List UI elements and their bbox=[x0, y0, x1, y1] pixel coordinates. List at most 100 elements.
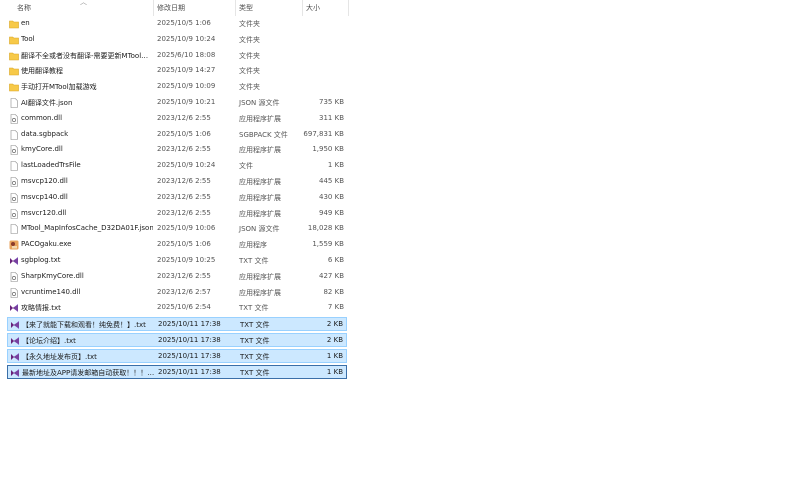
file-date: 2025/10/9 10:09 bbox=[157, 82, 216, 91]
file-date: 2025/10/9 10:24 bbox=[157, 34, 216, 43]
file-name: 使用翻译教程 bbox=[21, 67, 63, 76]
file-date: 2025/10/9 10:25 bbox=[157, 256, 216, 264]
file-date: 2025/10/11 17:38 bbox=[158, 336, 221, 344]
column-divider[interactable] bbox=[153, 0, 154, 16]
file-date: 2023/12/6 2:55 bbox=[157, 145, 211, 154]
file-type: 应用程序 bbox=[239, 241, 267, 250]
file-row[interactable]: msvcp120.dll 2023/12/6 2:55 应用程序扩展 445 KB bbox=[7, 175, 347, 189]
dll-icon bbox=[9, 113, 19, 124]
file-date: 2025/10/11 17:38 bbox=[158, 320, 221, 329]
file-size: 2 KB bbox=[326, 320, 343, 329]
file-row[interactable]: 使用翻译教程 2025/10/9 14:27 文件夹 bbox=[7, 64, 347, 78]
file-name: kmyCore.dll bbox=[21, 145, 63, 154]
file-row[interactable]: Tool 2025/10/9 10:24 文件夹 bbox=[7, 33, 347, 47]
file-size: 1 KB bbox=[326, 367, 343, 376]
file-row[interactable]: msvcr120.dll 2023/12/6 2:55 应用程序扩展 949 KB bbox=[7, 207, 347, 221]
file-row[interactable]: PACOgaku.exe 2025/10/5 1:06 应用程序 1,559 KB bbox=[7, 238, 347, 252]
file-row[interactable]: AI翻译文件.json 2025/10/9 10:21 JSON 源文件 735 KB bbox=[7, 96, 347, 110]
file-row[interactable]: common.dll 2023/12/6 2:55 应用程序扩展 311 KB bbox=[7, 112, 347, 126]
file-name: AI翻译文件.json bbox=[21, 99, 73, 107]
file-name: 攻略情报.txt bbox=[21, 304, 61, 313]
file-type: JSON 源文件 bbox=[239, 99, 280, 107]
file-date: 2025/10/9 14:27 bbox=[157, 66, 216, 75]
file-size: 311 KB bbox=[319, 113, 344, 122]
folder-icon bbox=[9, 35, 19, 45]
file-row[interactable]: sgbplog.txt 2025/10/9 10:25 TXT 文件 6 KB bbox=[7, 254, 347, 268]
txt-icon bbox=[10, 320, 20, 330]
file-type: TXT 文件 bbox=[240, 321, 270, 330]
column-size-header[interactable]: 大小 bbox=[306, 3, 320, 13]
file-name: 翻译不全或者没有翻译-需要更新MTool… bbox=[21, 51, 149, 60]
file-name: Tool bbox=[21, 34, 35, 43]
file-name: msvcr120.dll bbox=[21, 208, 67, 217]
file-date: 2023/12/6 2:55 bbox=[157, 177, 211, 185]
file-date: 2025/10/5 1:06 bbox=[157, 240, 211, 249]
file-row[interactable]: kmyCore.dll 2023/12/6 2:55 应用程序扩展 1,950 KB bbox=[7, 143, 347, 157]
column-divider[interactable] bbox=[348, 0, 349, 16]
dll-icon bbox=[9, 145, 19, 156]
file-type: 应用程序扩展 bbox=[239, 209, 281, 218]
column-type-header[interactable]: 类型 bbox=[239, 3, 253, 13]
file-row[interactable]: 最新地址及APP请发邮箱自动获取！！！… 2025/10/11 17:38 TXT … bbox=[7, 364, 347, 379]
folder-icon bbox=[9, 82, 19, 92]
column-divider[interactable] bbox=[302, 0, 303, 16]
file-row[interactable]: 攻略情报.txt 2025/10/6 2:54 TXT 文件 7 KB bbox=[7, 301, 347, 315]
file-name: 【来了就能下载和观看！纯免费！】.txt bbox=[22, 321, 146, 330]
dll-icon bbox=[9, 208, 19, 219]
column-name-header[interactable]: 名称 bbox=[17, 3, 31, 13]
file-type: 文件夹 bbox=[239, 20, 260, 28]
txt-icon bbox=[9, 303, 19, 313]
file-row[interactable]: 手动打开MTool加载游戏 2025/10/9 10:09 文件夹 bbox=[7, 80, 347, 94]
exe-icon bbox=[9, 240, 19, 250]
txt-icon bbox=[10, 352, 20, 362]
file-date: 2023/12/6 2:57 bbox=[157, 287, 211, 296]
file-row[interactable]: en 2025/10/5 1:06 文件夹 bbox=[7, 17, 347, 31]
txt-icon bbox=[9, 256, 19, 266]
file-row[interactable]: 【来了就能下载和观看！纯免费！】.txt 2025/10/11 17:38 TXT … bbox=[7, 317, 347, 332]
file-type: SGBPACK 文件 bbox=[239, 130, 288, 139]
file-type: TXT 文件 bbox=[240, 368, 270, 377]
file-date: 2025/10/11 17:38 bbox=[158, 367, 221, 376]
dll-icon bbox=[9, 177, 19, 187]
file-icon bbox=[9, 98, 19, 108]
file-size: 430 KB bbox=[319, 192, 344, 201]
file-row[interactable]: SharpKmyCore.dll 2023/12/6 2:55 应用程序扩展 427 … bbox=[7, 270, 347, 284]
file-size: 82 KB bbox=[323, 287, 344, 296]
file-name: data.sgbpack bbox=[21, 129, 69, 138]
file-row[interactable]: data.sgbpack 2025/10/5 1:06 SGBPACK 文件 697,… bbox=[7, 128, 347, 142]
file-name: common.dll bbox=[21, 113, 63, 122]
file-row[interactable]: 翻译不全或者没有翻译-需要更新MTool… 2025/6/10 18:08 文件夹 bbox=[7, 49, 347, 63]
file-row[interactable]: 【永久地址发布页】.txt 2025/10/11 17:38 TXT 文件 1 KB bbox=[7, 348, 347, 363]
file-date: 2025/10/11 17:38 bbox=[158, 351, 221, 360]
file-date: 2025/10/9 10:21 bbox=[157, 98, 216, 106]
file-row[interactable]: MTool_MapInfosCache_D32DA01F.json 2025/10… bbox=[7, 222, 347, 236]
file-date: 2025/10/9 10:24 bbox=[157, 161, 216, 170]
file-date: 2023/12/6 2:55 bbox=[157, 271, 211, 280]
file-row[interactable]: lastLoadedTrsFile 2025/10/9 10:24 文件 1 KB bbox=[7, 159, 347, 173]
file-type: TXT 文件 bbox=[239, 304, 269, 313]
file-row[interactable]: vcruntime140.dll 2023/12/6 2:57 应用程序扩展 82 K… bbox=[7, 286, 347, 300]
file-size: 6 KB bbox=[327, 256, 344, 264]
file-name: SharpKmyCore.dll bbox=[21, 271, 84, 280]
txt-icon bbox=[10, 368, 20, 378]
file-date: 2025/10/5 1:06 bbox=[157, 19, 211, 27]
column-divider[interactable] bbox=[235, 0, 236, 16]
file-date: 2025/10/5 1:06 bbox=[157, 129, 211, 138]
file-name: sgbplog.txt bbox=[21, 256, 61, 264]
file-name: msvcp120.dll bbox=[21, 177, 68, 185]
file-size: 735 KB bbox=[319, 98, 344, 106]
file-date: 2025/10/9 10:06 bbox=[157, 224, 216, 233]
file-row[interactable]: msvcp140.dll 2023/12/6 2:55 应用程序扩展 430 KB bbox=[7, 191, 347, 205]
file-name: PACOgaku.exe bbox=[21, 240, 72, 249]
file-size: 1,950 KB bbox=[312, 145, 344, 154]
folder-icon bbox=[9, 66, 19, 76]
file-name: 手动打开MTool加载游戏 bbox=[21, 83, 97, 92]
column-date-header[interactable]: 修改日期 bbox=[157, 3, 185, 13]
file-size: 1 KB bbox=[326, 351, 343, 360]
file-icon bbox=[9, 224, 19, 235]
file-size: 949 KB bbox=[319, 208, 344, 217]
file-type: 应用程序扩展 bbox=[239, 288, 281, 297]
file-type: 文件夹 bbox=[239, 83, 260, 92]
file-name: msvcp140.dll bbox=[21, 192, 68, 201]
file-row[interactable]: 【论坛介绍】.txt 2025/10/11 17:38 TXT 文件 2 KB bbox=[7, 333, 347, 347]
